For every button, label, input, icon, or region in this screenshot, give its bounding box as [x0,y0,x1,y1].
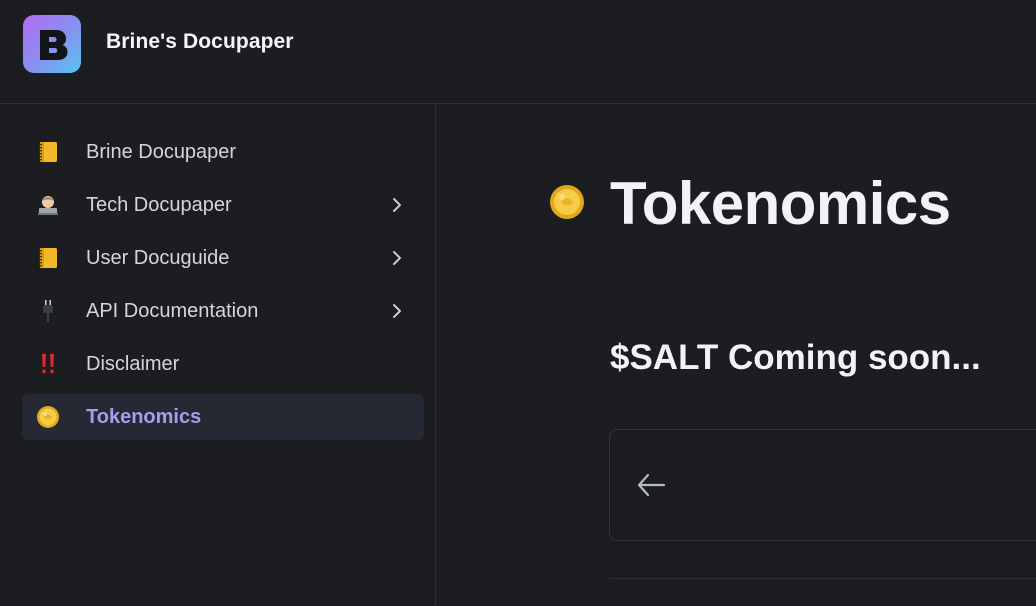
sidebar-item-user-docuguide[interactable]: User Docuguide [22,235,424,281]
app-title[interactable]: Brine's Docupaper [106,30,294,54]
sidebar-item-label: Tokenomics [86,406,202,428]
previous-page-button[interactable] [609,429,1036,541]
sidebar-item-disclaimer[interactable]: Disclaimer [22,341,424,387]
sidebar-item-label: Tech Docupaper [86,194,232,216]
arrow-left-icon [637,473,666,497]
notebook-icon [39,248,57,268]
double-exclamation-icon [42,354,54,373]
coin-icon [550,185,584,219]
plug-icon [43,300,53,322]
sidebar-item-label: API Documentation [86,300,259,322]
sidebar-item-tech-docupaper[interactable]: Tech Docupaper [22,182,424,228]
sidebar-item-label: Brine Docupaper [86,141,237,163]
header: Brine's Docupaper [0,0,1036,104]
chevron-right-icon[interactable] [388,249,406,267]
divider [609,578,1036,579]
sidebar-item-label: Disclaimer [86,353,180,375]
chevron-right-icon[interactable] [388,196,406,214]
main-content: Tokenomics $SALT Coming soon... [437,104,1036,606]
sidebar-nav: Brine Docupaper Tech Docupaper User Docu… [0,104,436,606]
notebook-icon [39,142,57,162]
brine-logo-icon[interactable] [23,15,81,73]
chevron-right-icon[interactable] [388,302,406,320]
sidebar-item-tokenomics[interactable]: Tokenomics [22,394,424,440]
sidebar-item-api-documentation[interactable]: API Documentation [22,288,424,334]
sidebar-item-label: User Docuguide [86,247,230,269]
coin-icon [37,406,59,428]
page-title: Tokenomics [610,170,951,237]
technologist-icon [38,196,58,215]
sidebar-item-brine-docupaper[interactable]: Brine Docupaper [22,129,424,175]
page-subtitle: $SALT Coming soon... [610,338,981,377]
